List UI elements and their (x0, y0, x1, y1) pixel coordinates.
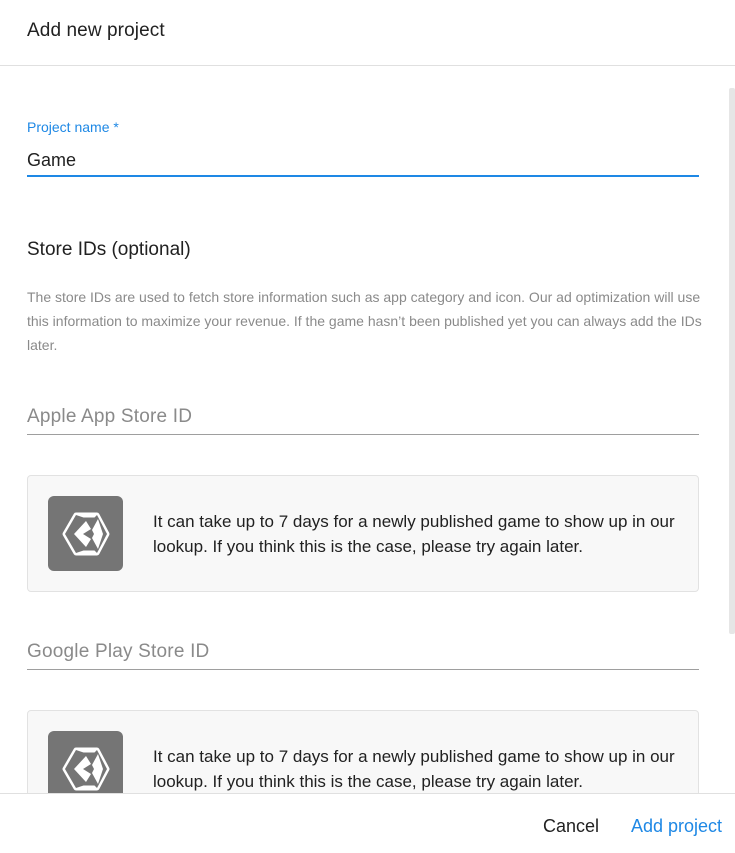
google-play-store-id-input[interactable] (27, 635, 699, 670)
add-project-button[interactable]: Add project (631, 816, 722, 837)
dialog-title: Add new project (27, 20, 165, 41)
store-ids-heading: Store IDs (optional) (27, 239, 191, 260)
apple-info-box: It can take up to 7 days for a newly pub… (27, 475, 699, 592)
apple-app-store-id-input[interactable] (27, 400, 699, 435)
dialog-content[interactable]: Project name * Store IDs (optional) The … (0, 67, 735, 793)
project-name-label: Project name * (27, 119, 119, 135)
cancel-button[interactable]: Cancel (543, 816, 599, 837)
dialog-header: Add new project (0, 0, 735, 66)
content-scrollbar[interactable] (729, 88, 735, 634)
google-info-text: It can take up to 7 days for a newly pub… (153, 747, 675, 791)
project-name-input[interactable] (27, 145, 699, 177)
unity-logo-icon (48, 496, 123, 571)
unity-logo-icon (48, 731, 123, 793)
apple-info-text: It can take up to 7 days for a newly pub… (153, 512, 675, 556)
dialog-footer: Cancel Add project (0, 793, 735, 853)
store-ids-description: The store IDs are used to fetch store in… (27, 289, 702, 353)
google-info-box: It can take up to 7 days for a newly pub… (27, 710, 699, 793)
